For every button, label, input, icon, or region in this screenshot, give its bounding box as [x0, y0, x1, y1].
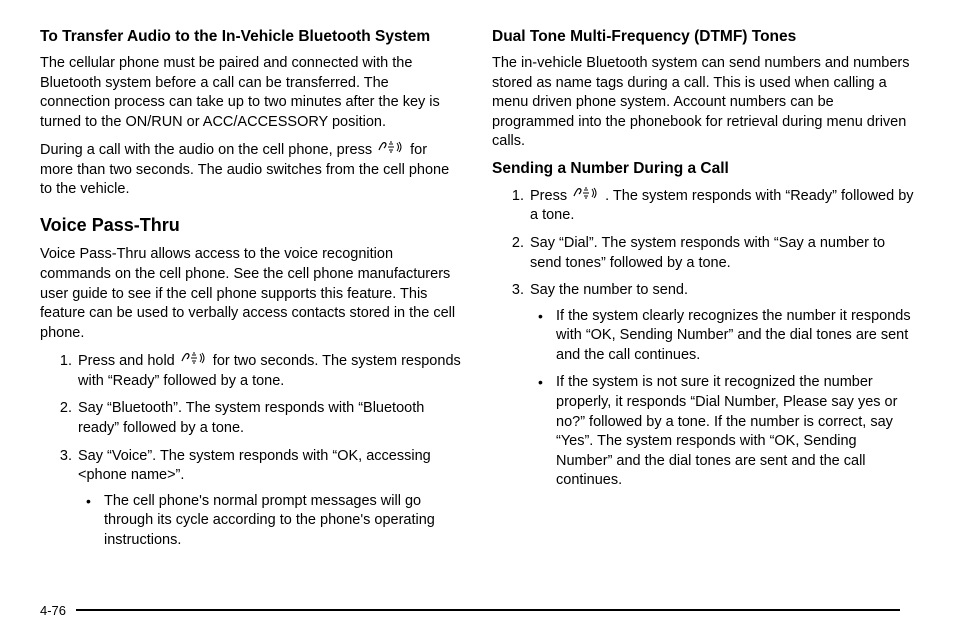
left-column: To Transfer Audio to the In-Vehicle Blue…: [40, 28, 462, 558]
para-voice-pass-desc: Voice Pass-Thru allows access to the voi…: [40, 245, 462, 343]
step-1: Press and hold for two seconds. The syst…: [76, 351, 462, 391]
para-dtmf-desc: The in-vehicle Bluetooth system can send…: [492, 54, 914, 152]
voice-pass-steps: Press and hold for two seconds. The syst…: [58, 351, 462, 550]
text-segment: During a call with the audio on the cell…: [40, 142, 376, 158]
step-3: Say “Voice”. The system responds with “O…: [76, 447, 462, 551]
bullet-item: If the system is not sure it recognized …: [538, 373, 914, 490]
bullet-item: The cell phone's normal prompt messages …: [86, 492, 462, 551]
page-columns: To Transfer Audio to the In-Vehicle Blue…: [40, 28, 914, 558]
step-3-bullets: The cell phone's normal prompt messages …: [86, 492, 462, 551]
footer-divider: [76, 609, 900, 611]
step-2: Say “Dial”. The system responds with “Sa…: [528, 234, 914, 273]
text-segment: Say the number to send.: [530, 282, 688, 298]
para-transfer-desc: The cellular phone must be paired and co…: [40, 54, 462, 132]
bullet-item: If the system clearly recognizes the num…: [538, 307, 914, 366]
section-heading-transfer-audio: To Transfer Audio to the In-Vehicle Blue…: [40, 28, 462, 46]
text-segment: Say “Voice”. The system responds with “O…: [78, 448, 431, 484]
page-number: 4-76: [40, 603, 66, 618]
para-transfer-instruction: During a call with the audio on the cell…: [40, 140, 462, 200]
bluetooth-voice-icon: [180, 351, 208, 372]
text-segment: Press and hold: [78, 353, 179, 369]
step-3-bullets: If the system clearly recognizes the num…: [538, 307, 914, 491]
text-segment: Press: [530, 188, 571, 204]
section-heading-voice-pass-thru: Voice Pass-Thru: [40, 214, 462, 237]
step-1: Press . The system responds with “Ready”…: [528, 186, 914, 226]
subsection-heading-sending-number: Sending a Number During a Call: [492, 160, 914, 178]
bluetooth-voice-icon: [377, 140, 405, 161]
right-column: Dual Tone Multi-Frequency (DTMF) Tones T…: [492, 28, 914, 558]
sending-number-steps: Press . The system responds with “Ready”…: [510, 186, 914, 491]
page-footer: 4-76: [40, 602, 914, 618]
step-3: Say the number to send. If the system cl…: [528, 281, 914, 491]
step-2: Say “Bluetooth”. The system responds wit…: [76, 399, 462, 438]
section-heading-dtmf: Dual Tone Multi-Frequency (DTMF) Tones: [492, 28, 914, 46]
bluetooth-voice-icon: [572, 186, 600, 207]
